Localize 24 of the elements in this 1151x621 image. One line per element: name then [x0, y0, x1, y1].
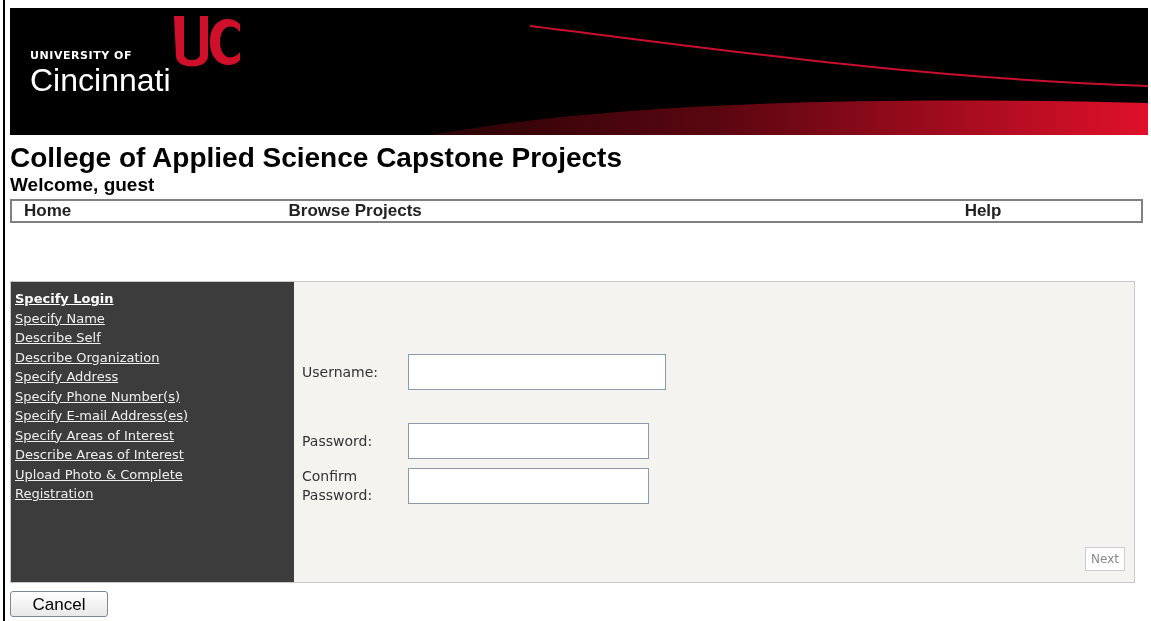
field-label: Username:: [302, 362, 380, 382]
input-field[interactable]: [408, 468, 649, 504]
step-link[interactable]: Upload Photo & Complete Registration: [15, 464, 265, 504]
cancel-button[interactable]: Cancel: [10, 591, 108, 617]
nav-link[interactable]: Help: [964, 201, 1002, 221]
step-link[interactable]: Specify Areas of Interest: [15, 425, 265, 445]
step-link[interactable]: Specify E-mail Address(es): [15, 406, 265, 426]
nav-link[interactable]: Browse Projects: [288, 201, 422, 221]
input-field[interactable]: [408, 354, 666, 390]
logo-wordmark: Cincinnati: [30, 62, 171, 97]
field-label: Confirm Password:: [302, 467, 374, 505]
step-link[interactable]: Describe Organization: [15, 347, 265, 367]
step-link[interactable]: Specify Login: [15, 289, 265, 309]
input-field[interactable]: [408, 423, 649, 459]
step-link[interactable]: Describe Self: [15, 328, 265, 348]
welcome-text: Welcome, guest: [10, 174, 156, 196]
step-link[interactable]: Specify Name: [15, 308, 265, 328]
step-link[interactable]: Describe Areas of Interest: [15, 445, 265, 465]
field-label: Password:: [302, 431, 374, 451]
step-link[interactable]: Specify Address: [15, 367, 265, 387]
nav-link[interactable]: Home: [24, 201, 72, 221]
page-title: College of Applied Science Capstone Projects: [10, 142, 623, 174]
step-link[interactable]: Specify Phone Number(s): [15, 386, 265, 406]
logo-text: UNIVERSITY OF: [30, 48, 134, 64]
